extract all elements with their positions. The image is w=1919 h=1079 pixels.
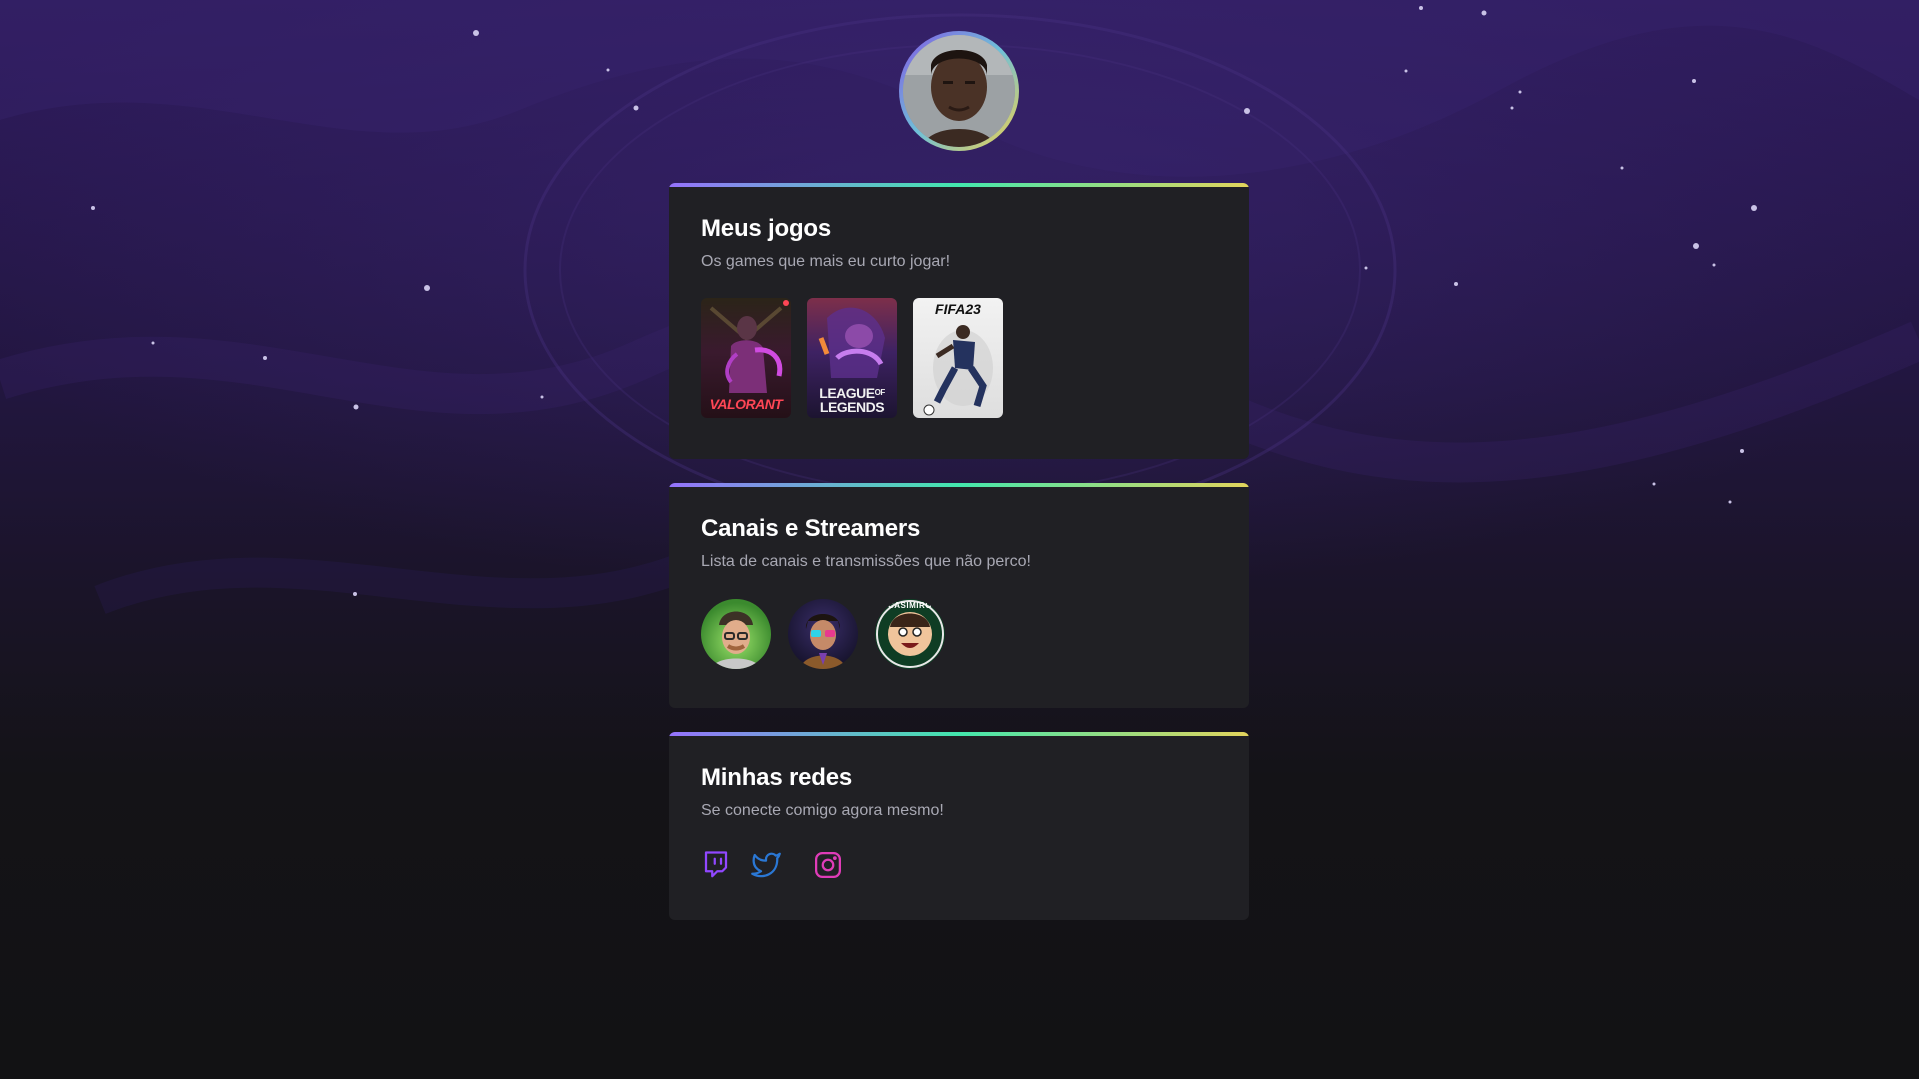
person-portrait	[903, 35, 1015, 147]
games-subtitle: Os games que mais eu curto jogar!	[701, 253, 951, 270]
casimiro-ring-text: CASIMIRO	[888, 601, 932, 610]
twitter-link[interactable]	[751, 850, 781, 880]
games-list: VALORANT LEAGUEOF LEGENDS FIFA23	[701, 298, 1003, 418]
streamer-2-art	[800, 614, 846, 669]
fifa-cover-art	[923, 325, 993, 416]
games-title: Meus jogos	[701, 215, 832, 242]
streamer-avatar-casimiro[interactable]: CASIMIRO	[875, 599, 945, 669]
game-league-of-legends[interactable]: LEAGUEOF LEGENDS	[807, 298, 897, 418]
streamers-list: CASIMIRO	[701, 599, 945, 669]
streamer-1-art	[711, 611, 761, 669]
twitter-icon	[751, 852, 781, 878]
streamer-avatar-1[interactable]	[701, 599, 771, 669]
socials-card: Minhas redes Se conecte comigo agora mes…	[669, 732, 1249, 920]
twitch-link[interactable]	[701, 850, 731, 880]
streamers-title: Canais e Streamers	[701, 515, 921, 542]
game-fifa-23[interactable]: FIFA23	[913, 298, 1003, 418]
instagram-link[interactable]	[813, 850, 843, 880]
streamer-avatar-2[interactable]	[788, 599, 858, 669]
games-card: Meus jogos Os games que mais eu curto jo…	[669, 183, 1249, 459]
profile-avatar	[899, 31, 1019, 151]
streamers-card: Canais e Streamers Lista de canais e tra…	[669, 483, 1249, 708]
socials-title: Minhas redes	[701, 764, 852, 791]
profile-photo	[903, 35, 1015, 147]
game-valorant[interactable]: VALORANT	[701, 298, 791, 418]
valorant-logo-text: VALORANT	[709, 396, 783, 412]
twitch-icon	[704, 851, 728, 878]
socials-subtitle: Se conecte comigo agora mesmo!	[701, 802, 944, 819]
lol-logo-text: LEAGUEOF LEGENDS	[807, 386, 897, 414]
lol-logo-of: OF	[874, 388, 886, 397]
streamers-subtitle: Lista de canais e transmissões que não p…	[701, 553, 1031, 570]
instagram-icon	[815, 852, 841, 878]
socials-list	[701, 850, 843, 880]
lol-logo-bottom: LEGENDS	[819, 399, 885, 415]
